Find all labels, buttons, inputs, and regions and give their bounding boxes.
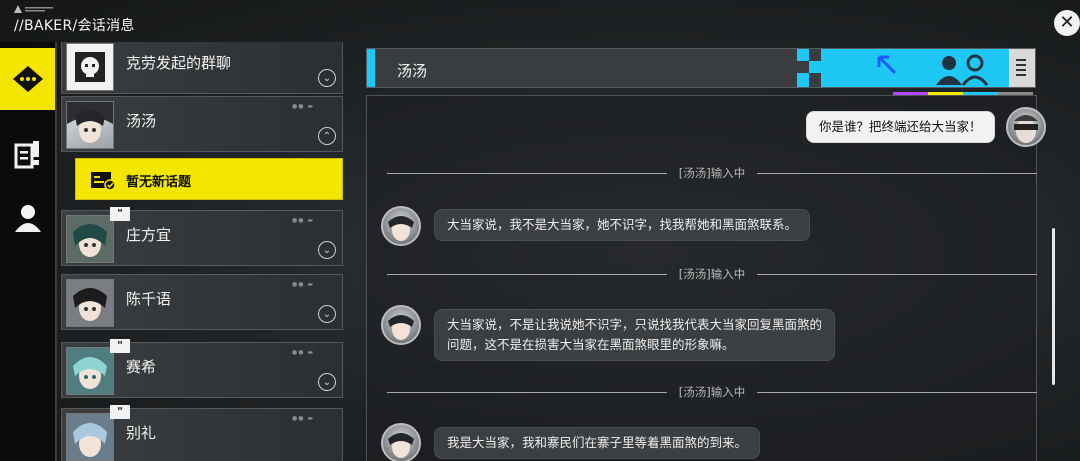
- rail-item-tasks[interactable]: [0, 124, 55, 186]
- typing-indicator: [汤汤]输入中: [678, 267, 746, 281]
- menu-dots-icon: ●● ▬: [291, 217, 314, 224]
- divider-line: [757, 392, 1037, 393]
- top-bar: //BAKER/会话消息 ✕: [0, 0, 1080, 42]
- character-portrait-icon: [388, 216, 414, 241]
- contact-avatar: [381, 305, 421, 345]
- typing-divider: [汤汤]输入中: [387, 384, 1037, 400]
- character-portrait-icon: [67, 280, 113, 326]
- chevron-down-icon[interactable]: ⌄: [318, 241, 336, 259]
- divider-line: [387, 392, 667, 393]
- contact-name: 赛希: [126, 358, 157, 376]
- contact-avatar: [381, 423, 421, 461]
- topic-card-icon: [91, 172, 116, 191]
- character-portrait-icon: [388, 433, 414, 458]
- close-button[interactable]: ✕: [1054, 10, 1080, 36]
- typing-divider: [汤汤]输入中: [387, 165, 1037, 181]
- divider-line: [387, 173, 667, 174]
- chat-header: 汤汤: [366, 48, 1036, 88]
- character-portrait-icon: [388, 315, 414, 340]
- contact-card[interactable]: ●● ▬ 陈千语 ⌄: [61, 274, 343, 330]
- rail-item-messages[interactable]: [0, 48, 55, 110]
- contact-card[interactable]: 克劳发起的群聊 ⌄: [61, 42, 343, 94]
- avatar: [66, 215, 114, 263]
- menu-dots-icon: ●● ▬: [291, 415, 314, 422]
- message-line: 我是大当家，我和寨民们在寨子里等着黑面煞的到来。: [447, 435, 748, 450]
- breadcrumb: //BAKER/会话消息: [14, 18, 135, 34]
- message-badge: ": [110, 339, 130, 353]
- group-avatar: [66, 43, 114, 91]
- message-bubble: 你是谁？把终端还给大当家！: [806, 111, 995, 143]
- chat-title: 汤汤: [397, 62, 428, 80]
- chevron-down-icon[interactable]: ⌄: [318, 305, 336, 323]
- message-badge: ": [110, 207, 130, 221]
- menu-dots-icon: ●● ▬: [291, 349, 314, 356]
- character-portrait-icon: [67, 414, 113, 460]
- chevron-down-icon[interactable]: ⌄: [318, 69, 336, 87]
- typing-divider: [汤汤]输入中: [387, 266, 1037, 282]
- contact-name: 庄方宜: [126, 226, 172, 244]
- contact-card[interactable]: " ●● ▬ 赛希 ⌄: [61, 339, 343, 398]
- avatar: [66, 413, 114, 461]
- topic-item[interactable]: 暂无新话题: [75, 158, 343, 200]
- message-bubble: 大当家说，不是让我说她不识字，只说找我代表大当家回复黑面煞的 问题，这不是在损害…: [434, 309, 836, 361]
- message-line: 大当家说，我不是大当家，她不识字，找我帮她和黑面煞联系。: [447, 217, 798, 232]
- avatar: [66, 279, 114, 327]
- chat-banner-icon: [797, 49, 1035, 87]
- scrollbar[interactable]: [1052, 228, 1055, 385]
- character-portrait-icon: [67, 102, 113, 143]
- topic-label: 暂无新话题: [126, 175, 192, 190]
- chat-bubble-icon: [12, 66, 43, 92]
- nav-rail: [0, 42, 55, 461]
- contact-avatar: [381, 206, 421, 246]
- logo-icon: [14, 5, 53, 13]
- chat-accent-bar: [367, 49, 375, 87]
- person-icon: [14, 205, 41, 232]
- contact-name: 克劳发起的群聊: [126, 54, 232, 72]
- message-bubble: 大当家说，我不是大当家，她不识字，找我帮她和黑面煞联系。: [434, 209, 811, 241]
- player-avatar: [1006, 107, 1046, 147]
- contact-name: 汤汤: [126, 112, 157, 130]
- message-bubble: 我是大当家，我和寨民们在寨子里等着黑面煞的到来。: [434, 427, 761, 459]
- contact-list: 克劳发起的群聊 ⌄ ●● ▬ 汤汤 ⌃ 暂无新话题 " ●● ▬ 庄方宜 ⌄ ●…: [61, 42, 343, 461]
- chevron-up-icon[interactable]: ⌃: [318, 127, 336, 145]
- menu-dots-icon: ●● ▬: [291, 103, 314, 110]
- menu-dots-icon: ●● ▬: [291, 281, 314, 288]
- contact-name: 别礼: [126, 424, 157, 442]
- typing-indicator: [汤汤]输入中: [678, 385, 746, 399]
- rail-item-contacts[interactable]: [0, 187, 55, 249]
- character-portrait-icon: [67, 348, 113, 394]
- divider-line: [387, 274, 667, 275]
- typing-indicator: [汤汤]输入中: [678, 166, 746, 180]
- skull-crossbones-icon: [75, 52, 105, 82]
- message-line: 大当家说，不是让我说她不识字，只说找我代表大当家回复黑面煞的: [447, 317, 823, 332]
- close-icon: ✕: [1059, 12, 1075, 33]
- character-portrait-icon: [67, 216, 113, 262]
- contact-name: 陈千语: [126, 290, 172, 308]
- contact-card[interactable]: " ●● ▬ 庄方宜 ⌄: [61, 207, 343, 266]
- contact-card[interactable]: ●● ▬ 汤汤 ⌃: [61, 96, 343, 152]
- divider-line: [757, 173, 1037, 174]
- avatar: [66, 101, 114, 149]
- rail-divider: [55, 42, 57, 461]
- message-line: 问题，这不是在损害大当家在黑面煞眼里的形象嘛。: [447, 337, 735, 352]
- contact-card[interactable]: " ●● ▬ 别礼: [61, 405, 343, 461]
- message-badge: ": [110, 405, 130, 419]
- divider-line: [757, 274, 1037, 275]
- player-portrait-icon: [1014, 115, 1038, 143]
- chevron-down-icon[interactable]: ⌄: [318, 373, 336, 391]
- document-alert-icon: [14, 141, 39, 169]
- avatar: [66, 347, 114, 395]
